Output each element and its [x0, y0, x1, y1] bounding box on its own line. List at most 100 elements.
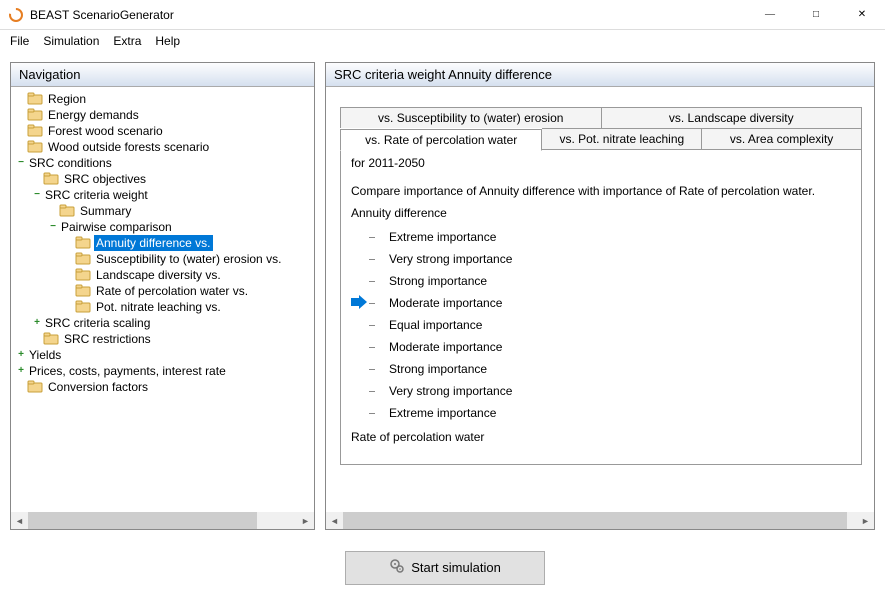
scale-option[interactable]: Moderate importance	[369, 336, 851, 358]
tree-item-restrictions[interactable]: SRC restrictions	[13, 331, 314, 347]
navigation-title: Navigation	[11, 63, 314, 87]
tree-item-yields[interactable]: +Yields	[13, 347, 314, 363]
scroll-right-icon[interactable]: ►	[857, 512, 874, 529]
folder-icon	[27, 108, 43, 122]
expand-icon[interactable]: +	[15, 347, 27, 363]
period-label: for 2011-2050	[351, 156, 851, 170]
scroll-left-icon[interactable]: ◄	[11, 512, 28, 529]
scale-label: Moderate importance	[389, 340, 502, 354]
minimize-button[interactable]: —	[747, 0, 793, 30]
app-icon	[8, 7, 24, 23]
tab-content: for 2011-2050 Compare importance of Annu…	[340, 150, 862, 465]
start-simulation-button[interactable]: Start simulation	[345, 551, 545, 585]
tab-nitrate[interactable]: vs. Pot. nitrate leaching	[542, 128, 702, 150]
tick-icon	[369, 259, 389, 260]
tree-item-energy[interactable]: Energy demands	[13, 107, 314, 123]
navigation-panel: Navigation Region Energy demands Forest …	[10, 62, 315, 530]
tree-item-annuity[interactable]: Annuity difference vs.	[13, 235, 314, 251]
scroll-right-icon[interactable]: ►	[297, 512, 314, 529]
scroll-left-icon[interactable]: ◄	[326, 512, 343, 529]
folder-icon	[27, 380, 43, 394]
collapse-icon[interactable]: −	[15, 155, 27, 171]
tree-item-landscape[interactable]: Landscape diversity vs.	[13, 267, 314, 283]
folder-icon	[27, 140, 43, 154]
window-title: BEAST ScenarioGenerator	[30, 8, 747, 22]
tab-area[interactable]: vs. Area complexity	[702, 128, 862, 150]
main-panel: SRC criteria weight Annuity difference v…	[325, 62, 875, 530]
main-scrollbar[interactable]: ◄ ►	[326, 512, 874, 529]
tree-item-forest[interactable]: Forest wood scenario	[13, 123, 314, 139]
menu-simulation[interactable]: Simulation	[37, 32, 105, 50]
scale-label: Extreme importance	[389, 406, 496, 420]
folder-icon	[43, 172, 59, 186]
scale-option[interactable]: Very strong importance	[369, 380, 851, 402]
folder-icon	[75, 300, 91, 314]
tree-item-susceptibility[interactable]: Susceptibility to (water) erosion vs.	[13, 251, 314, 267]
scale-label: Equal importance	[389, 318, 482, 332]
scale-option[interactable]: Strong importance	[369, 358, 851, 380]
tree-item-summary[interactable]: Summary	[13, 203, 314, 219]
importance-scale[interactable]: Extreme importance Very strong importance…	[369, 226, 851, 424]
scale-label: Extreme importance	[389, 230, 496, 244]
bottom-scale-label: Rate of percolation water	[351, 430, 851, 444]
scale-label: Strong importance	[389, 274, 487, 288]
tick-icon	[369, 237, 389, 238]
collapse-icon[interactable]: −	[47, 219, 59, 235]
nav-scrollbar[interactable]: ◄ ►	[11, 512, 314, 529]
scale-option[interactable]: Equal importance	[369, 314, 851, 336]
folder-icon	[43, 332, 59, 346]
scale-option[interactable]: Strong importance	[369, 270, 851, 292]
tree-item-prices[interactable]: +Prices, costs, payments, interest rate	[13, 363, 314, 379]
menu-help[interactable]: Help	[149, 32, 186, 50]
tree-item-region[interactable]: Region	[13, 91, 314, 107]
tree-item-scaling[interactable]: +SRC criteria scaling	[13, 315, 314, 331]
close-button[interactable]: ✕	[839, 0, 885, 30]
folder-icon	[75, 268, 91, 282]
tick-icon	[369, 369, 389, 370]
folder-icon	[27, 124, 43, 138]
tab-percolation[interactable]: vs. Rate of percolation water	[340, 129, 542, 151]
maximize-button[interactable]: □	[793, 0, 839, 30]
expand-icon[interactable]: +	[31, 315, 43, 331]
tree-item-percolation[interactable]: Rate of percolation water vs.	[13, 283, 314, 299]
expand-icon[interactable]: +	[15, 363, 27, 379]
folder-icon	[59, 204, 75, 218]
menu-file[interactable]: File	[4, 32, 35, 50]
menubar: File Simulation Extra Help	[0, 30, 885, 52]
folder-icon	[75, 284, 91, 298]
tree-item-srcobjectives[interactable]: SRC objectives	[13, 171, 314, 187]
tab-landscape[interactable]: vs. Landscape diversity	[602, 107, 863, 128]
menu-extra[interactable]: Extra	[107, 32, 147, 50]
tree-item-nitrate[interactable]: Pot. nitrate leaching vs.	[13, 299, 314, 315]
scale-label: Moderate importance	[389, 296, 502, 310]
titlebar: BEAST ScenarioGenerator — □ ✕	[0, 0, 885, 30]
gear-icon	[389, 558, 405, 577]
tick-icon	[369, 391, 389, 392]
pointer-icon	[351, 295, 367, 312]
tree-item-srcconditions[interactable]: −SRC conditions	[13, 155, 314, 171]
scale-option[interactable]: Very strong importance	[369, 248, 851, 270]
scale-option[interactable]: Moderate importance	[369, 292, 851, 314]
scale-option[interactable]: Extreme importance	[369, 402, 851, 424]
top-scale-label: Annuity difference	[351, 206, 851, 220]
tick-icon	[369, 281, 389, 282]
scale-label: Very strong importance	[389, 252, 512, 266]
main-title: SRC criteria weight Annuity difference	[326, 63, 874, 87]
navigation-tree[interactable]: Region Energy demands Forest wood scenar…	[13, 89, 314, 519]
tab-susceptibility[interactable]: vs. Susceptibility to (water) erosion	[340, 107, 602, 128]
tick-icon	[369, 325, 389, 326]
scale-label: Very strong importance	[389, 384, 512, 398]
compare-text: Compare importance of Annuity difference…	[351, 184, 851, 198]
footer: Start simulation	[0, 540, 885, 595]
folder-icon	[75, 236, 91, 250]
tree-item-woodoutside[interactable]: Wood outside forests scenario	[13, 139, 314, 155]
tick-icon	[369, 303, 389, 304]
tick-icon	[369, 347, 389, 348]
folder-icon	[27, 92, 43, 106]
tree-item-srccriteria[interactable]: −SRC criteria weight	[13, 187, 314, 203]
tree-item-pairwise[interactable]: −Pairwise comparison	[13, 219, 314, 235]
scale-option[interactable]: Extreme importance	[369, 226, 851, 248]
collapse-icon[interactable]: −	[31, 187, 43, 203]
tree-item-conversion[interactable]: Conversion factors	[13, 379, 314, 395]
scale-label: Strong importance	[389, 362, 487, 376]
